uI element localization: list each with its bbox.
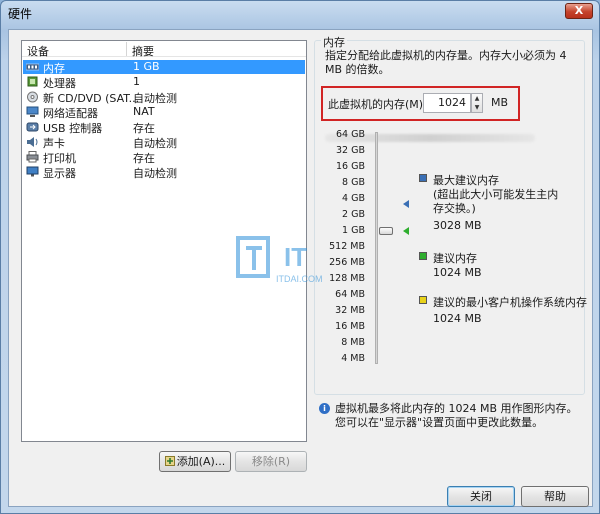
scale-label: 16 GB [336, 161, 365, 172]
printer-icon [26, 151, 39, 163]
max-recommended-title: 最大建议内存 [433, 174, 499, 187]
add-device-button[interactable]: 添加(A)... [159, 451, 231, 472]
watermark-site: ITDAI.COM [276, 274, 323, 284]
device-name: 声卡 [43, 137, 65, 150]
device-row-memory[interactable]: 内存 1 GB [23, 60, 305, 75]
recommended-legend-icon [419, 252, 427, 260]
remove-button-label: 移除(R) [251, 455, 291, 468]
max-recommended-legend-icon [419, 174, 427, 182]
device-row-cdrom[interactable]: 新 CD/DVD (SAT... 自动检测 [23, 90, 305, 105]
scale-label: 2 GB [342, 209, 365, 220]
recommended-title: 建议内存 [433, 252, 477, 265]
spin-up-icon[interactable]: ▲ [472, 94, 482, 103]
watermark-logo: IT ITDAI.COM [236, 236, 323, 284]
window-close-button[interactable]: X [565, 3, 593, 19]
device-summary: 1 [133, 75, 140, 88]
memory-spinner[interactable]: ▲ ▼ [471, 93, 483, 113]
memory-size-input[interactable]: 1024 [423, 93, 471, 113]
scale-label: 1 GB [342, 225, 365, 236]
watermark-brand: IT [284, 242, 307, 272]
max-recommended-value: 3028 MB [433, 219, 482, 232]
close-button[interactable]: 关闭 [447, 486, 515, 507]
device-summary: 自动检测 [133, 92, 177, 105]
memory-slider-track[interactable] [375, 132, 378, 364]
max-recommended-note: (超出此大小可能发生主内存交换。) [433, 188, 559, 215]
guest-min-legend-icon [419, 296, 427, 304]
device-row-cpu[interactable]: 处理器 1 [23, 75, 305, 90]
scale-label: 8 GB [342, 177, 365, 188]
device-name: 处理器 [43, 77, 76, 90]
memory-group-title: 内存 [321, 34, 347, 50]
info-icon: i [319, 403, 330, 414]
scale-label: 4 GB [342, 193, 365, 204]
device-row-sound[interactable]: 声卡 自动检测 [23, 135, 305, 150]
remove-device-button[interactable]: 移除(R) [235, 451, 307, 472]
memory-description: 指定分配给此虚拟机的内存量。内存大小必须为 4 MB 的倍数。 [325, 49, 567, 76]
recommended-marker-icon [403, 227, 409, 235]
scale-label: 64 GB [336, 129, 365, 140]
device-summary: 存在 [133, 152, 155, 165]
device-summary: 自动检测 [133, 137, 177, 150]
column-summary-header[interactable]: 摘要 [132, 43, 154, 59]
network-icon [26, 106, 39, 118]
cdrom-icon [26, 91, 39, 103]
device-name: 打印机 [43, 152, 76, 165]
device-name: 新 CD/DVD (SAT... [43, 92, 140, 105]
usb-icon [26, 121, 39, 133]
device-name: 内存 [43, 62, 65, 75]
device-list-header: 设备 摘要 [22, 41, 306, 59]
device-name: 显示器 [43, 167, 76, 180]
title-bar: 硬件 X [1, 1, 599, 23]
info-text: 虚拟机最多将此内存的 1024 MB 用作图形内存。您可以在"显示器"设置页面中… [335, 402, 578, 429]
device-summary: NAT [133, 105, 155, 118]
guest-min-value: 1024 MB [433, 312, 482, 325]
column-device-header[interactable]: 设备 [27, 43, 49, 59]
display-icon [26, 166, 39, 178]
scale-label: 32 GB [336, 145, 365, 156]
memory-icon [25, 61, 40, 73]
device-summary: 存在 [133, 122, 155, 135]
dialog-client-area: 设备 摘要 内存 1 GB 处理器 1 新 CD/DVD (SAT... 自动检… [8, 29, 593, 507]
sound-icon [26, 136, 39, 148]
memory-slider-thumb[interactable] [379, 227, 393, 235]
memory-unit: MB [491, 96, 509, 109]
window-title: 硬件 [8, 7, 33, 21]
help-button-label: 帮助 [544, 490, 566, 503]
close-button-label: 关闭 [470, 490, 492, 503]
help-button[interactable]: 帮助 [521, 486, 589, 507]
cpu-icon [26, 76, 39, 88]
scale-label: 32 MB [335, 305, 365, 316]
max-recommended-marker-icon [403, 200, 409, 208]
memory-input-highlight: 此虚拟机的内存(M): 1024 ▲ ▼ MB [321, 86, 520, 121]
device-name: USB 控制器 [43, 122, 103, 135]
memory-field-label: 此虚拟机的内存(M): [328, 98, 427, 111]
device-summary: 自动检测 [133, 167, 177, 180]
guest-min-title: 建议的最小客户机操作系统内存 [433, 296, 587, 309]
device-summary: 1 GB [133, 60, 160, 73]
add-icon [164, 453, 175, 466]
device-row-usb[interactable]: USB 控制器 存在 [23, 120, 305, 135]
recommended-value: 1024 MB [433, 266, 482, 279]
device-row-display[interactable]: 显示器 自动检测 [23, 165, 305, 180]
hardware-dialog: 硬件 X 设备 摘要 内存 1 GB 处理器 1 新 CD/DVD (SAT..… [0, 0, 600, 514]
scale-label: 64 MB [335, 289, 365, 300]
device-row-network[interactable]: 网络适配器 NAT [23, 105, 305, 120]
spin-down-icon[interactable]: ▼ [472, 103, 482, 112]
scale-label: 16 MB [335, 321, 365, 332]
scale-label: 8 MB [341, 337, 365, 348]
column-separator[interactable] [126, 42, 127, 56]
device-row-printer[interactable]: 打印机 存在 [23, 150, 305, 165]
add-button-label: 添加(A)... [176, 455, 226, 468]
scale-label: 4 MB [341, 353, 365, 364]
device-name: 网络适配器 [43, 107, 98, 120]
